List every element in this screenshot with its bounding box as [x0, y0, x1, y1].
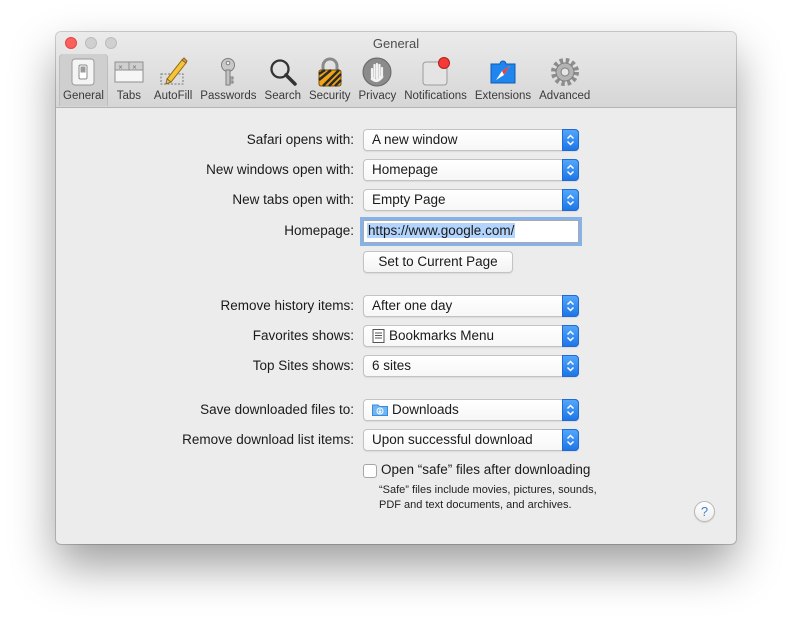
- tab-privacy-label: Privacy: [358, 90, 397, 102]
- tab-security-label: Security: [308, 90, 351, 102]
- popup-arrows-icon: [562, 325, 579, 347]
- top-sites-shows-popup[interactable]: 6 sites: [363, 355, 579, 377]
- compass-icon: [486, 55, 520, 89]
- top-sites-shows-row: Top Sites shows: 6 sites: [56, 355, 736, 377]
- homepage-field[interactable]: https://www.google.com/: [363, 220, 579, 243]
- open-safe-files-checkbox[interactable]: [363, 464, 377, 478]
- tab-search[interactable]: Search: [261, 54, 305, 106]
- remove-download-list-popup[interactable]: Upon successful download: [363, 429, 579, 451]
- popup-arrows-icon: [562, 355, 579, 377]
- new-windows-open-with-value: Homepage: [372, 162, 439, 177]
- tab-security[interactable]: Security: [305, 54, 355, 106]
- open-safe-files-label[interactable]: Open “safe” files after downloading: [381, 462, 590, 477]
- preferences-window: General General × × Tabs AutoFill Passwo…: [56, 32, 736, 544]
- tab-general-label: General: [63, 90, 104, 102]
- remove-history-items-value: After one day: [372, 298, 453, 313]
- tab-advanced-label: Advanced: [539, 90, 591, 102]
- popup-arrows-icon: [562, 429, 579, 451]
- tab-notifications-label: Notifications: [404, 90, 467, 102]
- popup-arrows-icon: [562, 189, 579, 211]
- safari-opens-with-label: Safari opens with:: [246, 132, 354, 147]
- homepage-row: Homepage: https://www.google.com/: [56, 220, 736, 243]
- general-preferences-pane: Safari opens with: A new window New wind…: [56, 108, 736, 544]
- set-to-current-page-button[interactable]: Set to Current Page: [363, 251, 513, 273]
- remove-history-items-row: Remove history items: After one day: [56, 295, 736, 317]
- tab-passwords[interactable]: Passwords: [196, 54, 260, 106]
- preferences-toolbar: General × × Tabs AutoFill Passwords Sear…: [59, 54, 594, 108]
- new-windows-open-with-row: New windows open with: Homepage: [56, 159, 736, 181]
- general-switch-icon: [66, 55, 100, 89]
- tab-tabs[interactable]: × × Tabs: [108, 54, 150, 106]
- safe-files-note: “Safe” files include movies, pictures, s…: [379, 484, 597, 511]
- tab-tabs-label: Tabs: [116, 90, 142, 102]
- popup-arrows-icon: [562, 399, 579, 421]
- top-sites-shows-value: 6 sites: [372, 358, 412, 373]
- favorites-shows-value: Bookmarks Menu: [389, 328, 495, 343]
- notifications-icon: [419, 55, 453, 89]
- homepage-value: https://www.google.com/: [367, 223, 516, 238]
- remove-history-items-label: Remove history items:: [220, 298, 354, 313]
- safari-opens-with-row: Safari opens with: A new window: [56, 129, 736, 151]
- tabs-icon: × ×: [112, 55, 146, 89]
- new-tabs-open-with-row: New tabs open with: Empty Page: [56, 189, 736, 211]
- help-button[interactable]: ?: [694, 501, 715, 522]
- save-downloads-value: Downloads: [392, 402, 459, 417]
- remove-history-items-popup[interactable]: After one day: [363, 295, 579, 317]
- favorites-shows-row: Favorites shows: Bookmarks Menu: [56, 325, 736, 347]
- popup-arrows-icon: [562, 159, 579, 181]
- tab-passwords-label: Passwords: [200, 90, 257, 102]
- homepage-label: Homepage:: [284, 223, 354, 238]
- padlock-icon: [313, 55, 347, 89]
- favorites-shows-label: Favorites shows:: [252, 328, 354, 343]
- tab-search-label: Search: [264, 90, 301, 102]
- open-safe-files-row: Open “safe” files after downloading: [56, 462, 736, 484]
- new-tabs-open-with-value: Empty Page: [372, 192, 446, 207]
- safari-opens-with-popup[interactable]: A new window: [363, 129, 579, 151]
- favorites-shows-value-wrap: Bookmarks Menu: [372, 328, 494, 343]
- remove-download-list-row: Remove download list items: Upon success…: [56, 429, 736, 451]
- tab-autofill-label: AutoFill: [153, 90, 193, 102]
- save-downloads-row: Save downloaded files to: Downloads: [56, 399, 736, 421]
- downloads-folder-icon: [372, 404, 388, 416]
- svg-text:×: ×: [118, 64, 123, 71]
- tab-notifications[interactable]: Notifications: [400, 54, 471, 106]
- hand-icon: [360, 55, 394, 89]
- key-icon: [211, 55, 245, 89]
- safari-opens-with-value: A new window: [372, 132, 458, 147]
- save-downloads-label: Save downloaded files to:: [200, 402, 354, 417]
- remove-download-list-label: Remove download list items:: [182, 432, 354, 447]
- new-tabs-open-with-label: New tabs open with:: [232, 192, 354, 207]
- popup-arrows-icon: [562, 129, 579, 151]
- remove-download-list-value: Upon successful download: [372, 432, 533, 447]
- tab-extensions[interactable]: Extensions: [471, 54, 535, 106]
- bookmarks-list-icon: [372, 328, 385, 343]
- top-sites-shows-label: Top Sites shows:: [252, 358, 354, 373]
- tab-general[interactable]: General: [59, 54, 108, 106]
- save-downloads-popup[interactable]: Downloads: [363, 399, 579, 421]
- set-current-page-row: Set to Current Page: [56, 251, 736, 273]
- save-downloads-value-wrap: Downloads: [372, 402, 459, 417]
- window-title: General: [372, 36, 420, 51]
- autofill-pencil-icon: [156, 55, 190, 89]
- tab-advanced[interactable]: Advanced: [535, 54, 594, 106]
- svg-text:×: ×: [132, 64, 137, 71]
- popup-arrows-icon: [562, 295, 579, 317]
- favorites-shows-popup[interactable]: Bookmarks Menu: [363, 325, 579, 347]
- tab-extensions-label: Extensions: [474, 90, 532, 102]
- tab-autofill[interactable]: AutoFill: [150, 54, 196, 106]
- title-bar: General General × × Tabs AutoFill Passwo…: [56, 32, 736, 108]
- new-windows-open-with-label: New windows open with:: [206, 162, 354, 177]
- new-tabs-open-with-popup[interactable]: Empty Page: [363, 189, 579, 211]
- new-windows-open-with-popup[interactable]: Homepage: [363, 159, 579, 181]
- magnifier-icon: [266, 55, 300, 89]
- tab-privacy[interactable]: Privacy: [355, 54, 401, 106]
- gear-icon: [548, 55, 582, 89]
